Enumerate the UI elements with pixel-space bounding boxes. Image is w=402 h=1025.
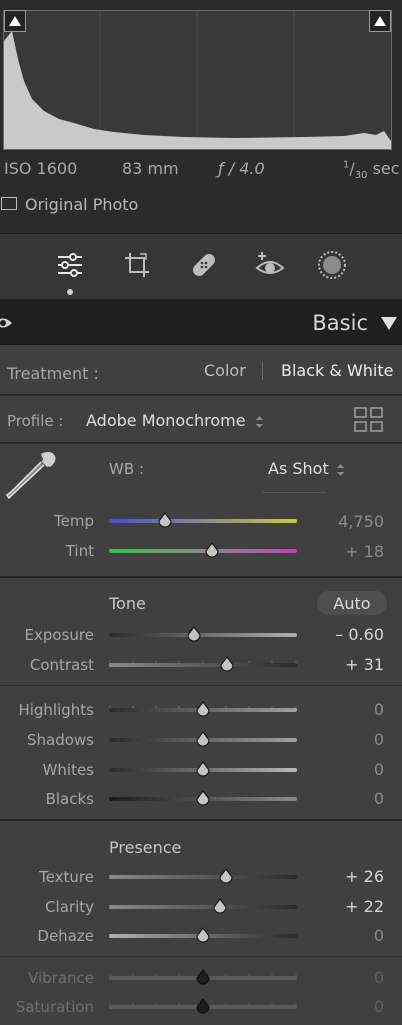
saturation-value: 0	[373, 997, 384, 1016]
original-photo-checkbox[interactable]	[1, 197, 17, 210]
vibrance-label: Vibrance	[28, 969, 94, 987]
focal-length-readout: 83 mm	[122, 159, 179, 178]
wb-stepper-icon[interactable]	[336, 462, 345, 481]
panel-collapse-triangle-icon[interactable]	[381, 317, 397, 330]
healing-icon[interactable]	[188, 249, 220, 281]
highlights-value[interactable]: 0	[304, 700, 384, 719]
tint-slider-track[interactable]	[109, 549, 297, 553]
crop-icon[interactable]	[121, 249, 153, 281]
histogram-curve	[4, 11, 391, 149]
edit-sliders-icon[interactable]	[54, 249, 86, 281]
vibrance-slider-thumb	[195, 969, 211, 991]
iso-readout: ISO 1600	[4, 159, 78, 178]
panel-visibility-eye-icon[interactable]	[0, 315, 12, 334]
wb-dropdown[interactable]: As Shot	[268, 459, 329, 478]
dehaze-slider-thumb[interactable]	[195, 927, 211, 949]
saturation-slider-thumb	[195, 998, 211, 1020]
whites-label: Whites	[42, 761, 94, 779]
contrast-slider-track[interactable]	[109, 663, 297, 667]
clarity-slider-track[interactable]	[109, 905, 297, 909]
contrast-label: Contrast	[29, 656, 94, 674]
texture-value[interactable]: + 26	[304, 867, 384, 886]
profile-stepper-icon[interactable]	[255, 414, 264, 433]
active-tool-indicator	[67, 289, 73, 295]
exposure-value[interactable]: – 0.60	[304, 625, 384, 644]
highlights-slider-thumb[interactable]	[195, 701, 211, 723]
aperture-readout: ƒ / 4.0	[218, 159, 265, 178]
basic-panel-title: Basic	[312, 311, 368, 335]
shadows-slider-thumb[interactable]	[195, 731, 211, 753]
shadow-clipping-button[interactable]	[4, 10, 26, 32]
tone-section-title: Tone	[109, 594, 146, 613]
wb-eyedropper-icon[interactable]	[5, 450, 57, 504]
divider	[0, 442, 402, 444]
histogram-graph[interactable]	[3, 10, 392, 150]
blacks-label: Blacks	[45, 790, 94, 808]
tint-value[interactable]: + 18	[304, 542, 384, 561]
clarity-value[interactable]: + 22	[304, 897, 384, 916]
treatment-color-option[interactable]: Color	[204, 361, 246, 380]
treatment-divider	[262, 362, 263, 380]
wb-underline	[262, 492, 326, 493]
treatment-label: Treatment :	[7, 364, 99, 383]
vibrance-value: 0	[373, 968, 384, 987]
redeye-icon[interactable]	[254, 249, 286, 281]
profile-label: Profile :	[7, 412, 64, 430]
profile-browser-grid-icon[interactable]	[354, 407, 384, 437]
temp-label: Temp	[54, 512, 94, 530]
highlight-clipping-button[interactable]	[369, 10, 391, 32]
contrast-value[interactable]: + 31	[304, 655, 384, 674]
exposure-slider-thumb[interactable]	[186, 626, 202, 648]
divider	[0, 394, 402, 396]
whites-slider-thumb[interactable]	[195, 761, 211, 783]
dehaze-value[interactable]: 0	[304, 926, 384, 945]
highlights-label: Highlights	[18, 701, 94, 719]
tint-slider-thumb[interactable]	[204, 542, 220, 564]
shadows-label: Shadows	[26, 731, 94, 749]
mask-icon[interactable]	[316, 249, 348, 281]
divider	[0, 576, 402, 578]
texture-slider-thumb[interactable]	[218, 868, 234, 890]
clarity-slider-thumb[interactable]	[212, 898, 228, 920]
presence-section-title: Presence	[109, 838, 182, 857]
tint-label: Tint	[65, 542, 94, 560]
shadows-value[interactable]: 0	[304, 730, 384, 749]
divider	[0, 956, 402, 957]
saturation-label: Saturation	[15, 998, 94, 1016]
contrast-ticks	[109, 652, 297, 667]
original-photo-label: Original Photo	[25, 195, 139, 214]
whites-value[interactable]: 0	[304, 760, 384, 779]
dehaze-label: Dehaze	[37, 927, 94, 945]
divider	[0, 819, 402, 821]
auto-button-label[interactable]: Auto	[317, 594, 387, 613]
divider	[0, 685, 402, 686]
treatment-bw-option[interactable]: Black & White	[281, 361, 393, 380]
shutter-readout: 1/30 sec	[343, 159, 400, 182]
temp-slider-thumb[interactable]	[157, 512, 173, 534]
blacks-slider-thumb[interactable]	[195, 790, 211, 812]
temp-value[interactable]: 4,750	[304, 512, 384, 531]
texture-label: Texture	[39, 868, 94, 886]
texture-slider-track[interactable]	[109, 875, 297, 879]
temp-slider-track[interactable]	[109, 519, 297, 523]
contrast-slider-thumb[interactable]	[219, 656, 235, 678]
clarity-label: Clarity	[45, 898, 94, 916]
wb-label: WB :	[109, 460, 144, 478]
profile-dropdown[interactable]: Adobe Monochrome	[86, 411, 246, 430]
exposure-label: Exposure	[24, 626, 94, 644]
exposure-slider-track[interactable]	[109, 633, 297, 637]
blacks-value[interactable]: 0	[304, 789, 384, 808]
